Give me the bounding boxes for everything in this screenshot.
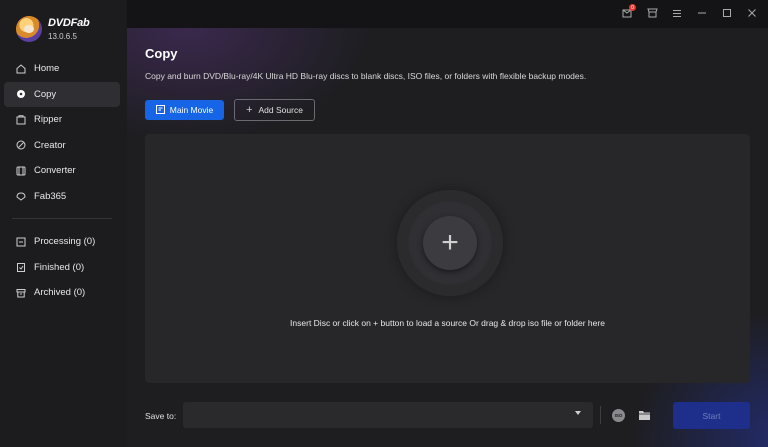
sidebar-item-finished[interactable]: Finished (0) (4, 255, 120, 280)
app-name: DVDFab (48, 16, 90, 29)
folder-output-button[interactable] (638, 409, 651, 421)
source-drop-area[interactable]: + Insert Disc or click on + button to lo… (145, 134, 750, 383)
save-to-dropdown-icon[interactable] (575, 411, 581, 415)
sidebar-item-label: Creator (34, 139, 66, 151)
sidebar-divider (12, 218, 112, 219)
minimize-icon (698, 12, 706, 14)
sidebar-item-ripper[interactable]: Ripper (4, 107, 120, 132)
sidebar-item-label: Finished (0) (34, 261, 85, 273)
menu-button[interactable] (671, 6, 683, 20)
home-icon (16, 63, 26, 74)
mode-icon (155, 104, 165, 116)
creator-icon (16, 140, 26, 150)
add-plus-button[interactable]: + (423, 216, 477, 270)
close-icon (748, 9, 756, 17)
archived-icon (16, 288, 26, 298)
folder-icon (639, 411, 650, 420)
add-source-circle: + (397, 190, 503, 296)
sidebar-item-converter[interactable]: Converter (4, 158, 120, 183)
plus-icon: + (246, 104, 253, 116)
notification-button[interactable]: 0 (621, 4, 636, 20)
iso-icon: ISO (614, 413, 623, 418)
maximize-button[interactable] (721, 6, 733, 20)
drop-hint-text: Insert Disc or click on + button to load… (290, 318, 605, 328)
sidebar-item-archived[interactable]: Archived (0) (4, 280, 120, 305)
close-button[interactable] (746, 6, 758, 20)
app-version: 13.0.6.5 (48, 31, 77, 41)
shop-icon (646, 8, 658, 18)
add-source-button[interactable]: + Add Source (234, 99, 315, 121)
sidebar-item-fab365[interactable]: Fab365 (4, 184, 120, 209)
sidebar-item-label: Copy (34, 88, 57, 100)
save-divider (600, 406, 601, 424)
store-button[interactable] (646, 6, 658, 20)
sidebar-item-processing[interactable]: Processing (0) (4, 229, 120, 254)
notification-badge: 0 (629, 4, 636, 11)
converter-icon (16, 166, 26, 176)
sidebar-item-copy[interactable]: Copy (4, 81, 120, 107)
processing-icon (16, 237, 26, 247)
sidebar-item-label: Fab365 (34, 190, 67, 202)
brand: DVDFab 13.0.6.5 (16, 16, 90, 42)
sidebar-item-label: Ripper (34, 114, 62, 125)
fab365-icon (16, 191, 26, 201)
main-movie-label: Main Movie (169, 105, 214, 115)
sidebar-item-label: Home (34, 63, 60, 74)
sidebar-item-label: Processing (0) (34, 236, 96, 247)
page-title: Copy (145, 46, 178, 61)
maximize-icon (723, 9, 731, 17)
finished-icon (16, 262, 26, 272)
main-movie-button[interactable]: Main Movie (145, 100, 224, 120)
sidebar-item-label: Archived (0) (34, 287, 86, 298)
sidebar-queue: Processing (0) Finished (0) Archived (0) (4, 229, 120, 306)
plus-icon: + (441, 226, 459, 259)
copy-disc-icon (16, 89, 26, 99)
page-description: Copy and burn DVD/Blu-ray/4K Ultra HD Bl… (145, 71, 587, 81)
sidebar: DVDFab 13.0.6.5 Home Copy Ripper Creator… (0, 0, 127, 447)
sidebar-item-home[interactable]: Home (4, 56, 120, 81)
sidebar-item-label: Converter (34, 165, 76, 176)
dvdfab-logo-icon (16, 16, 42, 42)
ripper-icon (16, 114, 26, 125)
hamburger-icon (673, 9, 681, 17)
add-source-label: Add Source (258, 105, 303, 115)
save-to-field[interactable] (183, 402, 593, 428)
save-to-label: Save to: (145, 411, 177, 421)
start-button[interactable]: Start (673, 402, 750, 429)
sidebar-nav: Home Copy Ripper Creator Converter Fab36… (4, 56, 120, 209)
sidebar-item-creator[interactable]: Creator (4, 133, 120, 158)
main-panel: Copy Copy and burn DVD/Blu-ray/4K Ultra … (127, 28, 768, 447)
iso-output-button[interactable]: ISO (612, 409, 625, 422)
title-bar: 0 (127, 0, 768, 28)
minimize-button[interactable] (696, 6, 708, 20)
